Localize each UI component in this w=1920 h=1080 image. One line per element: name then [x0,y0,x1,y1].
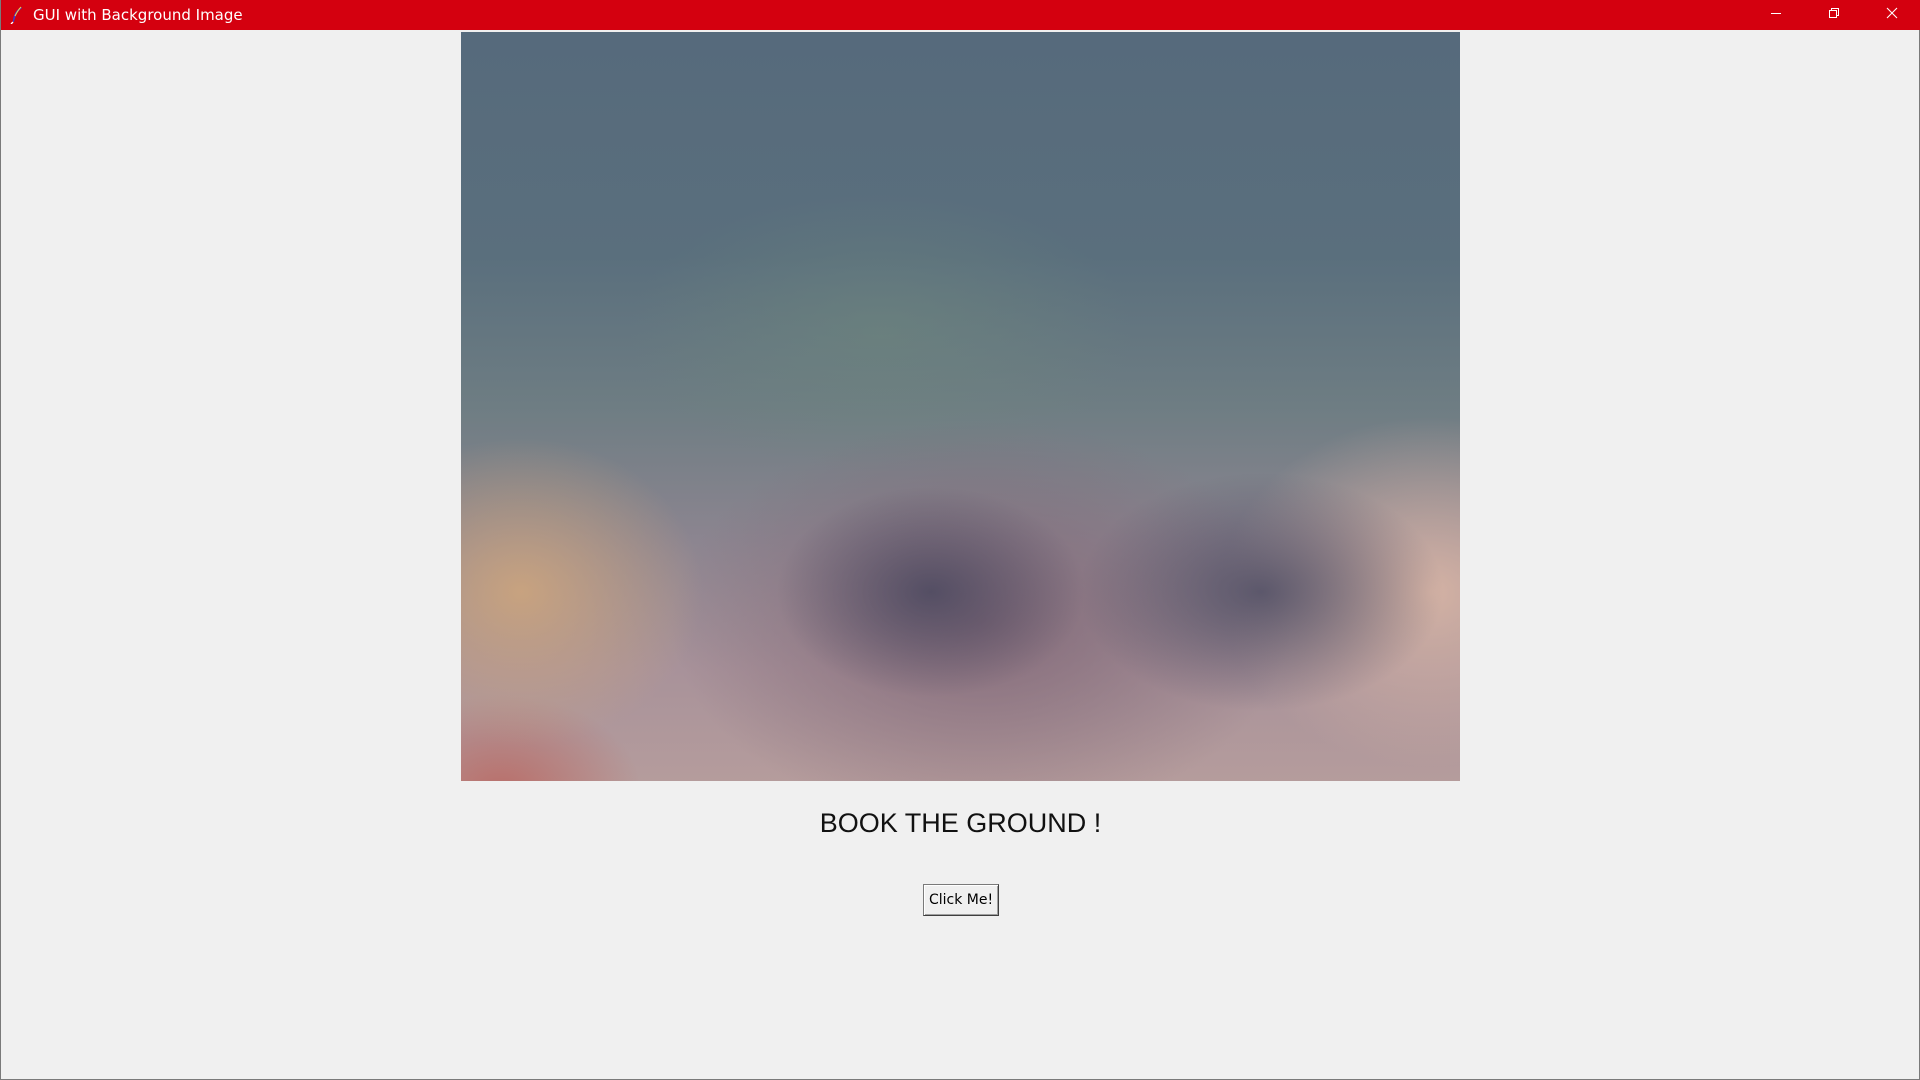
title-bar[interactable]: GUI with Background Image [1,0,1920,30]
window-title: GUI with Background Image [33,6,243,24]
caption-label: BOOK THE GROUND ! [819,808,1102,838]
restore-icon [1828,6,1840,24]
cloudy-sky-image [461,32,1460,781]
window-controls [1747,0,1920,30]
close-icon [1886,6,1898,24]
feather-icon [7,5,27,25]
minimize-button[interactable] [1747,0,1805,30]
app-window: GUI with Background Image BOOK THE GROUN… [0,0,1920,1080]
restore-button[interactable] [1805,0,1863,30]
click-me-button[interactable]: Click Me! [923,884,999,916]
minimize-icon [1770,6,1782,24]
close-button[interactable] [1863,0,1920,30]
